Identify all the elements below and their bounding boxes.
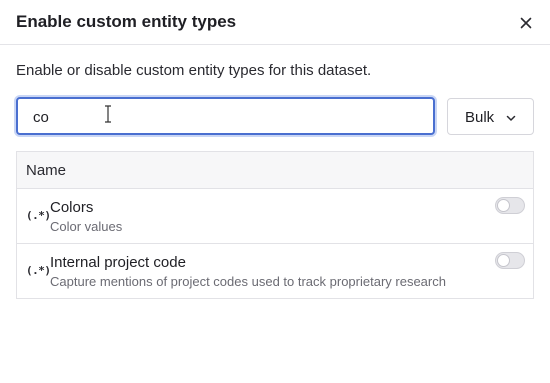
chevron-down-icon xyxy=(506,115,516,121)
search-input[interactable] xyxy=(33,107,413,127)
close-icon[interactable] xyxy=(516,13,536,33)
table-row: (.*) Internal project code Capture menti… xyxy=(17,244,533,299)
column-header-name: Name xyxy=(26,162,67,179)
toggle-knob xyxy=(497,199,510,212)
search-field[interactable] xyxy=(16,97,435,135)
dialog-title: Enable custom entity types xyxy=(16,12,237,31)
entity-types-table: Name (.*) Colors Color values (.*) Inter… xyxy=(16,151,534,299)
enable-toggle[interactable] xyxy=(495,252,525,269)
text-cursor-icon xyxy=(105,105,111,123)
bulk-label: Bulk xyxy=(465,109,495,126)
bulk-dropdown-button[interactable]: Bulk xyxy=(447,98,534,135)
dialog-description: Enable or disable custom entity types fo… xyxy=(16,62,372,79)
toggle-knob xyxy=(497,254,510,267)
table-row: (.*) Colors Color values xyxy=(17,189,533,244)
regex-icon: (.*) xyxy=(26,209,51,222)
entity-description: Capture mentions of project codes used t… xyxy=(50,274,446,289)
table-header: Name xyxy=(17,152,533,189)
enable-custom-entity-types-dialog: Enable custom entity types Enable or dis… xyxy=(0,0,550,383)
enable-toggle[interactable] xyxy=(495,197,525,214)
regex-icon: (.*) xyxy=(26,264,51,277)
dialog-header: Enable custom entity types xyxy=(0,0,550,45)
entity-name: Internal project code xyxy=(50,254,186,271)
entity-name: Colors xyxy=(50,199,94,216)
entity-description: Color values xyxy=(50,219,123,234)
